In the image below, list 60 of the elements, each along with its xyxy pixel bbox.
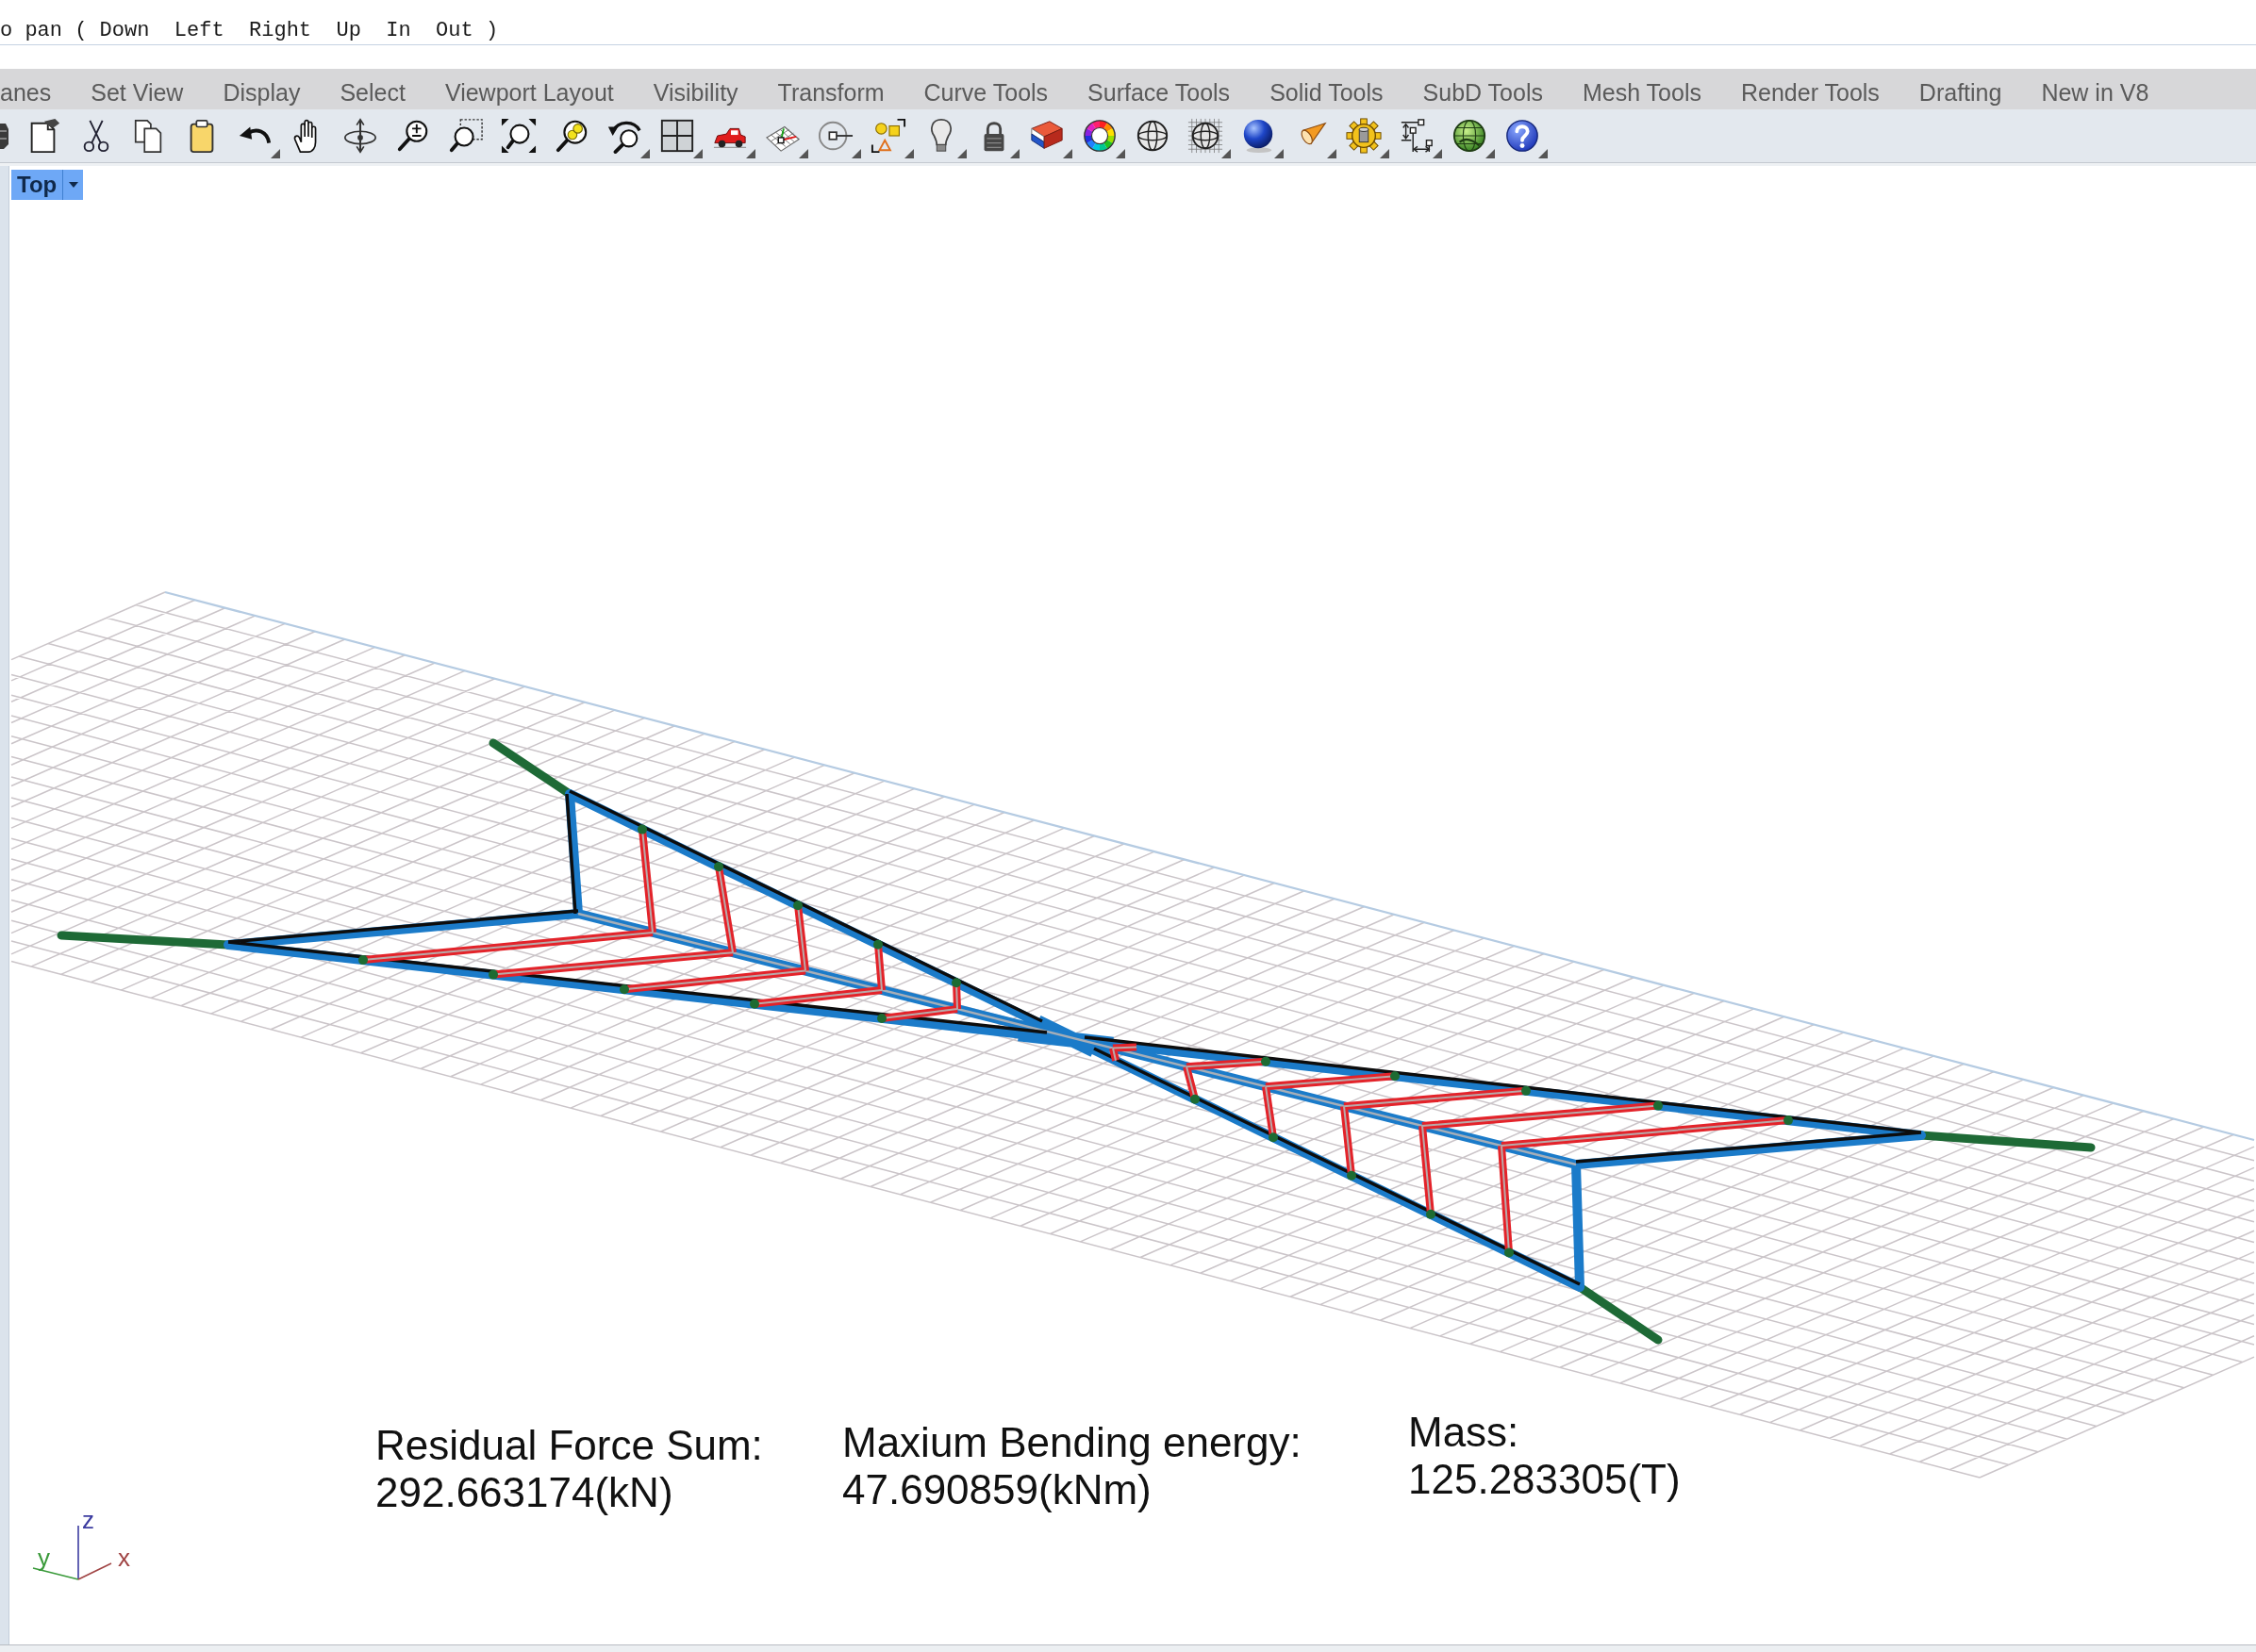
- menu-tab[interactable]: Curve Tools: [923, 77, 1049, 107]
- readout-value: 125.283305(T): [1408, 1456, 1681, 1503]
- flyout-corner-icon[interactable]: [1274, 149, 1284, 158]
- zoom-selected-icon[interactable]: [554, 118, 589, 154]
- gear-icon[interactable]: [1346, 118, 1382, 154]
- menu-tab[interactable]: Select: [340, 77, 406, 107]
- readout-label: Mass:: [1408, 1409, 1520, 1456]
- sphere-icon[interactable]: [1135, 118, 1170, 154]
- zoom-window-icon[interactable]: [448, 118, 484, 154]
- flyout-corner-icon[interactable]: [1380, 149, 1389, 158]
- flyout-corner-icon[interactable]: [1063, 149, 1072, 158]
- flyout-corner-icon[interactable]: [1433, 149, 1442, 158]
- menu-tab[interactable]: New in V8: [2041, 77, 2149, 107]
- menu-tab[interactable]: Solid Tools: [1269, 77, 1384, 107]
- flyout-corner-icon[interactable]: [1116, 149, 1125, 158]
- axis-label: z: [82, 1508, 94, 1532]
- globe-icon[interactable]: [1451, 118, 1487, 154]
- flyout-corner-icon[interactable]: [904, 149, 914, 158]
- menu-tab[interactable]: Display: [223, 77, 301, 107]
- menu-tab[interactable]: Viewport Layout: [444, 77, 614, 107]
- flyout-corner-icon[interactable]: [1327, 149, 1336, 158]
- orbit-icon[interactable]: [342, 118, 378, 154]
- menu-tab[interactable]: Surface Tools: [1087, 77, 1231, 107]
- flyout-corner-icon[interactable]: [799, 149, 808, 158]
- flyout-corner-icon[interactable]: [957, 149, 967, 158]
- readout-value: 47.690859(kNm): [842, 1466, 1153, 1513]
- flyout-corner-icon[interactable]: [1538, 149, 1548, 158]
- caret-down-icon: [68, 182, 78, 188]
- axis-label: x: [118, 1545, 130, 1570]
- menu-tab[interactable]: anes: [0, 77, 52, 107]
- dimension-icon[interactable]: [1399, 118, 1435, 154]
- flyout-corner-icon[interactable]: [693, 149, 703, 158]
- flyout-corner-icon[interactable]: [1485, 149, 1495, 158]
- four-viewports-icon[interactable]: [659, 118, 695, 154]
- menu-tab[interactable]: Drafting: [1918, 77, 2002, 107]
- menu-tab[interactable]: Render Tools: [1741, 77, 1880, 107]
- menu-tab[interactable]: Transform: [777, 77, 885, 107]
- menu-tab[interactable]: SubD Tools: [1422, 77, 1543, 107]
- grid-sphere-icon[interactable]: [1187, 118, 1223, 154]
- shapes-icon[interactable]: [871, 118, 906, 154]
- flyout-corner-icon[interactable]: [1010, 149, 1020, 158]
- readout-value: 292.663174(kN): [375, 1469, 674, 1516]
- partial-icon[interactable]: [0, 122, 8, 150]
- viewport-tab[interactable]: Top: [11, 170, 63, 200]
- flyout-corner-icon[interactable]: [1221, 149, 1231, 158]
- readout-label: Residual Force Sum:: [375, 1422, 763, 1469]
- readout-label: Maxium Bending energy:: [842, 1419, 1302, 1466]
- help-icon[interactable]: [1504, 118, 1540, 154]
- color-wheel-icon[interactable]: [1082, 118, 1118, 154]
- menu-tab[interactable]: Visibility: [653, 77, 738, 107]
- menu-tab[interactable]: Mesh Tools: [1583, 77, 1701, 107]
- flyout-corner-icon[interactable]: [640, 149, 650, 158]
- axis-label: y: [38, 1545, 50, 1570]
- flyout-corner-icon[interactable]: [271, 149, 280, 158]
- zoom-extents-icon[interactable]: [501, 118, 537, 154]
- flyout-corner-icon[interactable]: [852, 149, 861, 158]
- command-prompt-text: o pan ( Down Left Right Up In Out ): [0, 19, 499, 43]
- menu-tab[interactable]: Set View: [91, 77, 184, 107]
- flyout-corner-icon[interactable]: [746, 149, 755, 158]
- viewport-menu-button[interactable]: [62, 170, 84, 200]
